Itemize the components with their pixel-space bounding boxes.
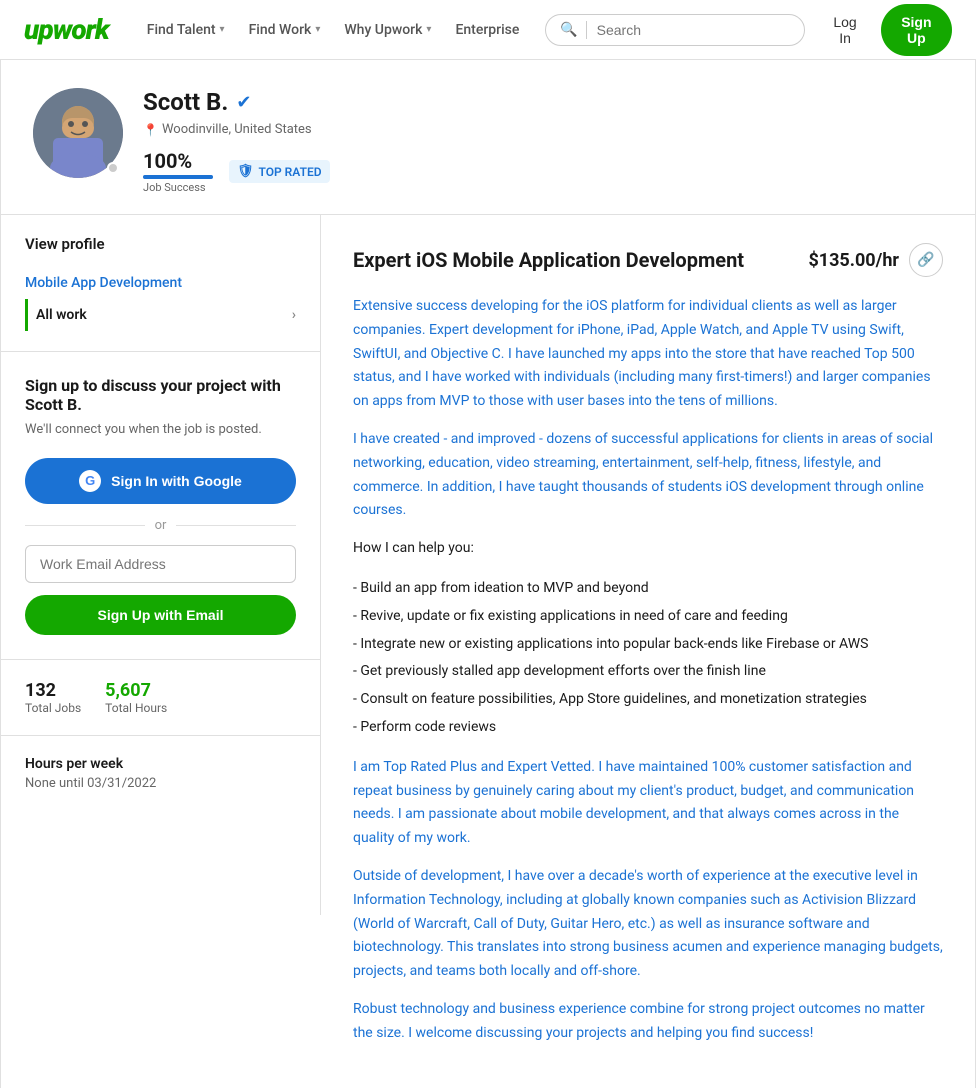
google-icon: G bbox=[79, 470, 101, 492]
copy-link-button[interactable]: 🔗 bbox=[909, 243, 943, 277]
job-success-percent: 100% bbox=[143, 149, 192, 173]
link-icon: 🔗 bbox=[917, 252, 934, 268]
search-bar: 🔍 bbox=[545, 14, 805, 46]
all-work-chevron-icon: › bbox=[292, 307, 296, 323]
bio-paragraph-4: Outside of development, I have over a de… bbox=[353, 865, 943, 984]
search-input[interactable] bbox=[597, 22, 791, 38]
how-label: How I can help you: bbox=[353, 537, 943, 561]
total-jobs-label: Total Jobs bbox=[25, 701, 81, 715]
sidebar-profile-nav: View profile Mobile App Development All … bbox=[1, 215, 320, 352]
profile-header: Scott B. ✔ 📍 Woodinville, United States … bbox=[1, 60, 975, 215]
verified-icon: ✔ bbox=[236, 92, 251, 113]
nav-why-upwork[interactable]: Why Upwork ▾ bbox=[334, 14, 441, 46]
content-area: Expert iOS Mobile Application Developmen… bbox=[321, 215, 975, 1088]
bullet-list: - Build an app from ideation to MVP and … bbox=[353, 575, 943, 742]
job-success-label: Job Success bbox=[143, 181, 206, 194]
bio-paragraph-1: Extensive success developing for the iOS… bbox=[353, 295, 943, 414]
search-divider bbox=[586, 21, 587, 39]
location-pin-icon: 📍 bbox=[143, 123, 158, 137]
avatar-wrap bbox=[33, 88, 123, 178]
hours-per-week-title: Hours per week bbox=[25, 756, 296, 772]
or-line-right bbox=[176, 525, 296, 526]
total-hours-value: 5,607 bbox=[105, 680, 167, 701]
login-button[interactable]: Log In bbox=[821, 6, 868, 54]
sidebar: View profile Mobile App Development All … bbox=[1, 215, 321, 915]
profile-name: Scott B. bbox=[143, 88, 228, 116]
job-success: 100% Job Success bbox=[143, 149, 213, 194]
online-status-dot bbox=[107, 162, 119, 174]
total-jobs-stat: 132 Total Jobs bbox=[25, 680, 81, 715]
bullet-item-2: - Revive, update or fix existing applica… bbox=[353, 603, 943, 631]
total-hours-stat: 5,607 Total Hours bbox=[105, 680, 167, 715]
signup-title: Sign up to discuss your project with Sco… bbox=[25, 376, 296, 414]
sidebar-item-all-work[interactable]: All work › bbox=[25, 299, 296, 331]
email-signup-button[interactable]: Sign Up with Email bbox=[25, 595, 296, 635]
nav-enterprise[interactable]: Enterprise bbox=[445, 14, 529, 46]
profile-location: 📍 Woodinville, United States bbox=[143, 122, 943, 137]
find-work-chevron-icon: ▾ bbox=[315, 24, 320, 35]
signup-button[interactable]: Sign Up bbox=[881, 4, 952, 56]
total-jobs-value: 132 bbox=[25, 680, 81, 701]
find-talent-chevron-icon: ▾ bbox=[220, 24, 225, 35]
total-hours-label: Total Hours bbox=[105, 701, 167, 715]
job-success-bar bbox=[143, 175, 213, 179]
nav-find-talent[interactable]: Find Talent ▾ bbox=[137, 14, 235, 46]
bullet-item-4: - Get previously stalled app development… bbox=[353, 658, 943, 686]
profile-bio: Extensive success developing for the iOS… bbox=[353, 295, 943, 1046]
bio-paragraph-3: I am Top Rated Plus and Expert Vetted. I… bbox=[353, 756, 943, 851]
profile-info: Scott B. ✔ 📍 Woodinville, United States … bbox=[143, 88, 943, 194]
or-line-left bbox=[25, 525, 145, 526]
hours-per-week-value: None until 03/31/2022 bbox=[25, 776, 296, 791]
hourly-rate: $135.00/hr bbox=[808, 250, 899, 271]
nav-find-work[interactable]: Find Work ▾ bbox=[239, 14, 331, 46]
bullet-item-5: - Consult on feature possibilities, App … bbox=[353, 686, 943, 714]
shield-icon: 🛡 bbox=[237, 164, 254, 179]
signup-subtitle: We'll connect you when the job is posted… bbox=[25, 420, 296, 440]
google-signin-button[interactable]: G Sign In with Google bbox=[25, 458, 296, 504]
sidebar-item-mobile-app[interactable]: Mobile App Development bbox=[25, 267, 296, 299]
bullet-item-6: - Perform code reviews bbox=[353, 714, 943, 742]
sidebar-view-profile-title: View profile bbox=[25, 235, 296, 253]
why-upwork-chevron-icon: ▾ bbox=[426, 24, 431, 35]
upwork-logo[interactable]: upwork bbox=[24, 13, 109, 46]
job-title: Expert iOS Mobile Application Developmen… bbox=[353, 248, 792, 272]
or-divider: or bbox=[25, 518, 296, 533]
hours-section: Hours per week None until 03/31/2022 bbox=[1, 736, 320, 811]
email-input[interactable] bbox=[25, 545, 296, 583]
job-success-fill bbox=[143, 175, 213, 179]
bullet-item-3: - Integrate new or existing applications… bbox=[353, 631, 943, 659]
stats-section: 132 Total Jobs 5,607 Total Hours bbox=[1, 660, 320, 736]
bullet-item-1: - Build an app from ideation to MVP and … bbox=[353, 575, 943, 603]
search-icon: 🔍 bbox=[560, 22, 577, 38]
top-rated-badge: 🛡 TOP RATED bbox=[229, 160, 330, 183]
signup-section: Sign up to discuss your project with Sco… bbox=[1, 352, 320, 660]
bio-paragraph-2: I have created - and improved - dozens o… bbox=[353, 428, 943, 523]
bio-paragraph-5: Robust technology and business experienc… bbox=[353, 998, 943, 1046]
